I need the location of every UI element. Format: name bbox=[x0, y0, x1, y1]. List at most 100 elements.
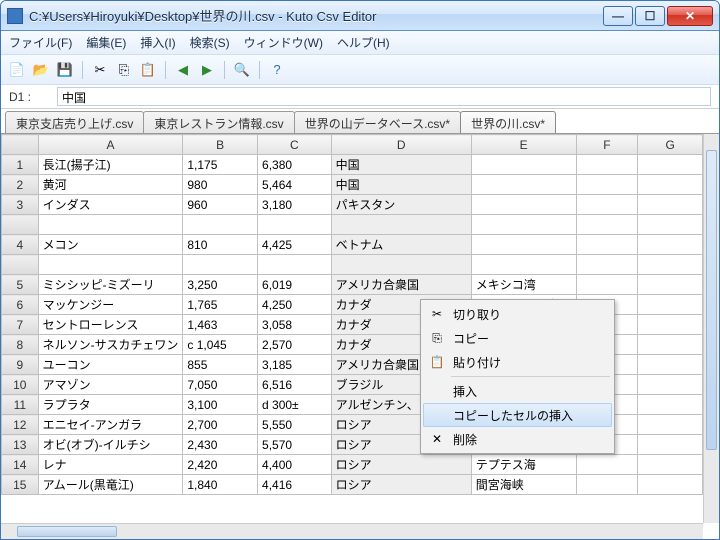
forward-icon[interactable]: ▶ bbox=[197, 60, 217, 80]
cell[interactable] bbox=[638, 415, 703, 435]
row-header[interactable]: 3 bbox=[2, 195, 39, 215]
cell[interactable]: 4,416 bbox=[258, 475, 332, 495]
cell[interactable]: 1,765 bbox=[183, 295, 258, 315]
menu-help[interactable]: ヘルプ(H) bbox=[337, 34, 390, 51]
cell[interactable] bbox=[258, 215, 332, 235]
row-header[interactable]: 15 bbox=[2, 475, 39, 495]
cell[interactable] bbox=[576, 155, 638, 175]
cell[interactable]: ネルソン-サスカチェワン bbox=[38, 335, 183, 355]
row-header[interactable]: 6 bbox=[2, 295, 39, 315]
cell[interactable] bbox=[576, 175, 638, 195]
cell[interactable]: 2,700 bbox=[183, 415, 258, 435]
row-header[interactable]: 10 bbox=[2, 375, 39, 395]
cell[interactable]: オビ(オブ)-イルチシ bbox=[38, 435, 183, 455]
scrollbar-horizontal[interactable] bbox=[1, 523, 703, 539]
cell[interactable]: マッケンジー bbox=[38, 295, 183, 315]
cell[interactable] bbox=[638, 435, 703, 455]
cut-icon[interactable]: ✂ bbox=[90, 60, 110, 80]
cell[interactable]: 長江(揚子江) bbox=[38, 155, 183, 175]
copy-icon[interactable]: ⎘ bbox=[114, 60, 134, 80]
cell[interactable] bbox=[638, 155, 703, 175]
cell[interactable]: 2,420 bbox=[183, 455, 258, 475]
row-header[interactable] bbox=[2, 215, 39, 235]
cell[interactable]: 黄河 bbox=[38, 175, 183, 195]
context-item[interactable]: コピーしたセルの挿入 bbox=[423, 403, 612, 427]
cell[interactable] bbox=[638, 215, 703, 235]
col-header[interactable]: B bbox=[183, 135, 258, 155]
cell[interactable]: 980 bbox=[183, 175, 258, 195]
close-button[interactable]: ✕ bbox=[667, 6, 713, 26]
col-header[interactable]: D bbox=[331, 135, 471, 155]
cell[interactable]: インダス bbox=[38, 195, 183, 215]
tab-2[interactable]: 世界の山データベース.csv* bbox=[294, 111, 461, 133]
col-header[interactable]: F bbox=[576, 135, 638, 155]
cell[interactable]: テプテス海 bbox=[471, 455, 576, 475]
row-header[interactable]: 9 bbox=[2, 355, 39, 375]
cell[interactable]: ロシア bbox=[331, 475, 471, 495]
cell[interactable]: ミシシッピ-ミズーリ bbox=[38, 275, 183, 295]
context-item[interactable]: ✂切り取り bbox=[423, 302, 612, 326]
save-icon[interactable]: 💾 bbox=[55, 60, 75, 80]
corner-cell[interactable] bbox=[2, 135, 39, 155]
cell[interactable]: 855 bbox=[183, 355, 258, 375]
row-header[interactable]: 8 bbox=[2, 335, 39, 355]
cell[interactable]: 中国 bbox=[331, 155, 471, 175]
cell[interactable] bbox=[576, 475, 638, 495]
scroll-thumb[interactable] bbox=[706, 150, 717, 450]
cell[interactable]: メキシコ湾 bbox=[471, 275, 576, 295]
tab-1[interactable]: 東京レストラン情報.csv bbox=[143, 111, 294, 133]
cell[interactable] bbox=[258, 255, 332, 275]
cell[interactable] bbox=[576, 255, 638, 275]
scrollbar-vertical[interactable] bbox=[703, 134, 719, 523]
cell[interactable]: 1,463 bbox=[183, 315, 258, 335]
cell[interactable] bbox=[638, 455, 703, 475]
cell[interactable] bbox=[638, 195, 703, 215]
cell[interactable] bbox=[638, 235, 703, 255]
cell[interactable]: d 300± bbox=[258, 395, 332, 415]
tab-3[interactable]: 世界の川.csv* bbox=[460, 111, 556, 133]
open-icon[interactable]: 📂 bbox=[31, 60, 51, 80]
minimize-button[interactable]: — bbox=[603, 6, 633, 26]
col-header[interactable]: C bbox=[258, 135, 332, 155]
row-header[interactable]: 13 bbox=[2, 435, 39, 455]
cell[interactable] bbox=[638, 475, 703, 495]
cell[interactable]: ベトナム bbox=[331, 235, 471, 255]
cell[interactable] bbox=[638, 375, 703, 395]
menu-file[interactable]: ファイル(F) bbox=[9, 34, 72, 51]
cell[interactable] bbox=[38, 215, 183, 235]
cell[interactable]: レナ bbox=[38, 455, 183, 475]
cell[interactable] bbox=[183, 255, 258, 275]
maximize-button[interactable]: ☐ bbox=[635, 6, 665, 26]
cell[interactable]: アメリカ合衆国 bbox=[331, 275, 471, 295]
cell[interactable]: アマゾン bbox=[38, 375, 183, 395]
titlebar[interactable]: C:¥Users¥Hiroyuki¥Desktop¥世界の川.csv - Kut… bbox=[1, 1, 719, 31]
cell[interactable] bbox=[638, 395, 703, 415]
cell[interactable] bbox=[576, 275, 638, 295]
cell[interactable]: 3,250 bbox=[183, 275, 258, 295]
cell[interactable]: 3,100 bbox=[183, 395, 258, 415]
cell[interactable] bbox=[471, 195, 576, 215]
context-item[interactable]: 📋貼り付け bbox=[423, 350, 612, 374]
row-header[interactable]: 5 bbox=[2, 275, 39, 295]
cell[interactable]: 810 bbox=[183, 235, 258, 255]
cell[interactable] bbox=[471, 255, 576, 275]
cell[interactable]: 6,380 bbox=[258, 155, 332, 175]
context-item[interactable]: ⎘コピー bbox=[423, 326, 612, 350]
paste-icon[interactable]: 📋 bbox=[138, 60, 158, 80]
cell[interactable]: 4,400 bbox=[258, 455, 332, 475]
col-header[interactable]: G bbox=[638, 135, 703, 155]
search-icon[interactable]: 🔍 bbox=[232, 60, 252, 80]
cell[interactable]: 4,425 bbox=[258, 235, 332, 255]
row-header[interactable]: 7 bbox=[2, 315, 39, 335]
cell[interactable]: 間宮海峡 bbox=[471, 475, 576, 495]
row-header[interactable]: 4 bbox=[2, 235, 39, 255]
cell[interactable]: 6,019 bbox=[258, 275, 332, 295]
cell[interactable]: 7,050 bbox=[183, 375, 258, 395]
cell[interactable]: 4,250 bbox=[258, 295, 332, 315]
cell[interactable]: 2,430 bbox=[183, 435, 258, 455]
cell[interactable]: 2,570 bbox=[258, 335, 332, 355]
cell[interactable]: 5,464 bbox=[258, 175, 332, 195]
cell[interactable] bbox=[331, 255, 471, 275]
menu-search[interactable]: 検索(S) bbox=[190, 34, 230, 51]
cell[interactable]: 中国 bbox=[331, 175, 471, 195]
